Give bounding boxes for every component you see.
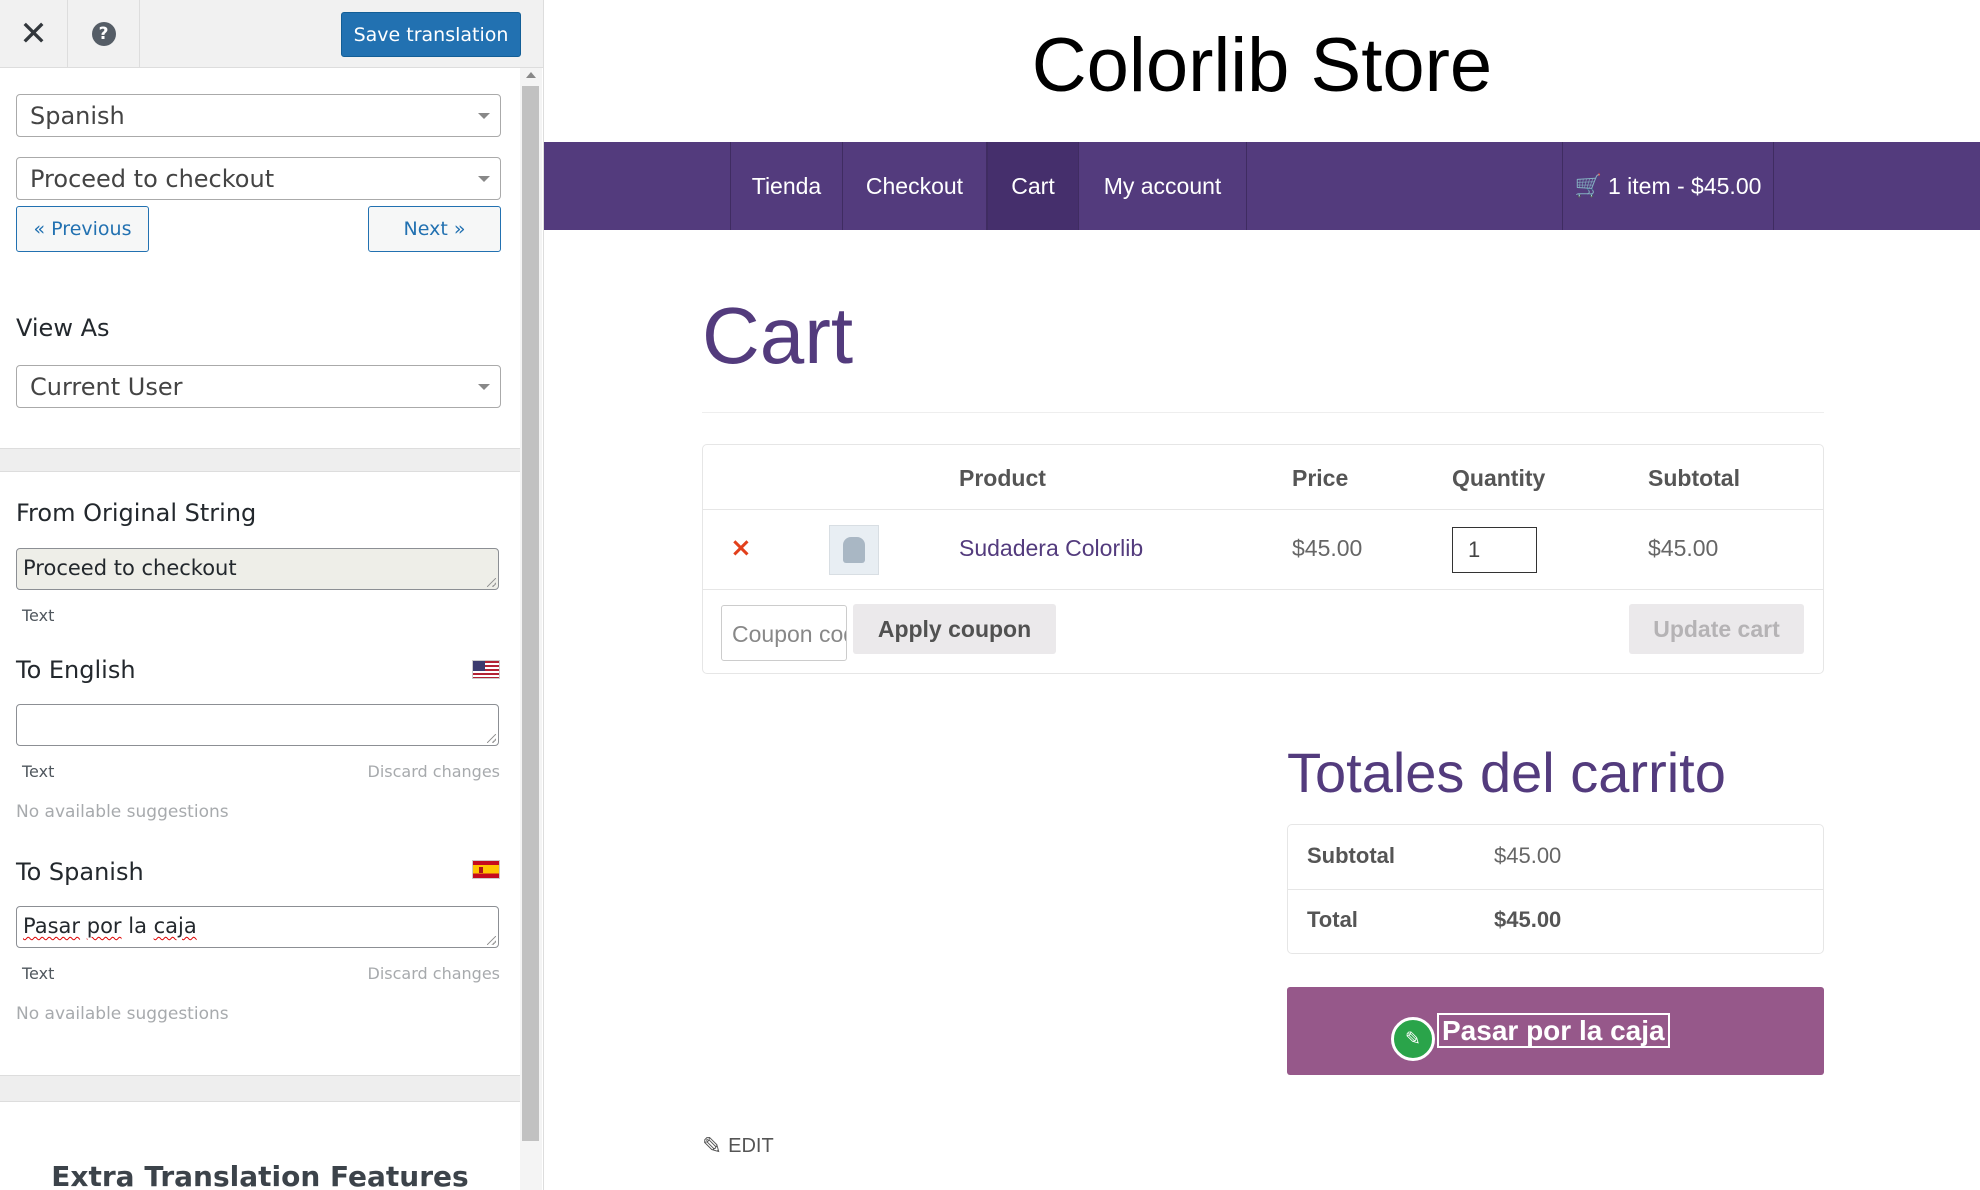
title-divider [702,412,1824,413]
section-divider [0,1075,520,1102]
totals-total-label: Total [1307,907,1358,932]
us-flag-canton [473,661,485,671]
previous-string-button[interactable]: « Previous [16,206,149,252]
spanish-discard-changes-link[interactable]: Discard changes [368,964,500,983]
shopping-cart-icon: 🛒 [1574,173,1602,198]
apply-coupon-button[interactable]: Apply coupon [853,604,1056,654]
chevron-down-icon [478,113,490,119]
editor-toolbar: ✕ ? Save translation [0,0,543,68]
site-title[interactable]: Colorlib Store [544,22,1980,109]
view-as-select-value: Current User [30,373,183,401]
english-translation-input[interactable] [16,704,499,746]
next-string-button[interactable]: Next » [368,206,501,252]
edit-icon: ✎ [702,1133,723,1160]
primary-navigation: Tienda Checkout Cart My account 🛒 1 item… [544,142,1980,230]
view-as-label: View As [16,314,110,342]
editor-scrollbar[interactable] [520,68,542,1190]
scrollbar-thumb[interactable] [522,86,539,1141]
close-icon: ✕ [19,14,48,54]
nav-item-checkout[interactable]: Checkout [843,142,987,230]
view-as-select[interactable]: Current User [16,365,501,408]
update-cart-button[interactable]: Update cart [1629,604,1804,654]
resize-grip-icon[interactable] [487,936,496,945]
row-divider [1288,889,1823,890]
spanish-word: caja [153,914,197,938]
cart-table: Product Price Quantity Subtotal × Sudade… [702,444,1824,674]
cart-totals-table: Subtotal $45.00 Total $45.00 [1287,824,1824,954]
english-suggestions-text: No available suggestions [16,802,229,822]
column-header-subtotal: Subtotal [1648,465,1740,491]
scroll-up-arrow-icon[interactable] [526,72,536,78]
hoodie-image-icon [843,537,865,563]
original-string-heading: From Original String [16,499,257,527]
nav-item-my-account[interactable]: My account [1079,142,1247,230]
chevron-down-icon [478,176,490,182]
totals-subtotal-value: $45.00 [1494,843,1562,868]
resize-grip-icon[interactable] [487,734,496,743]
product-thumbnail[interactable] [829,525,879,575]
close-button[interactable]: ✕ [0,0,68,68]
original-type-label: Text [22,606,55,625]
spanish-word: la [128,914,147,938]
header-cart-link[interactable]: 🛒 1 item - $45.00 [1562,142,1774,230]
column-header-product: Product [959,465,1046,491]
resize-grip-icon [487,578,496,587]
section-divider [0,448,520,472]
help-button[interactable]: ? [68,0,140,68]
language-select-value: Spanish [30,102,125,130]
totals-subtotal-label: Subtotal [1307,843,1395,868]
help-icon: ? [91,22,116,46]
es-flag-icon [472,860,500,879]
to-spanish-heading: To Spanish [16,858,144,886]
original-string-field: Proceed to checkout [16,548,499,590]
edit-page-label: EDIT [728,1135,774,1157]
row-divider [703,589,1823,590]
nav-item-cart[interactable]: Cart [987,142,1079,230]
extra-features-title: Extra Translation Features [51,1160,469,1190]
language-select[interactable]: Spanish [16,94,501,137]
spanish-word: por [86,914,122,938]
string-select[interactable]: Proceed to checkout [16,157,501,200]
spanish-suggestions-text: No available suggestions [16,1004,229,1024]
cart-totals-title: Totales del carrito [1287,741,1726,804]
coupon-code-input[interactable]: Coupon code [721,605,847,661]
product-name-link[interactable]: Sudadera Colorlib [959,535,1143,562]
chevron-down-icon [478,384,490,390]
edit-pencil-icon[interactable]: ✎ [1391,1017,1435,1061]
spanish-word: Pasar [23,914,81,938]
string-select-value: Proceed to checkout [30,165,275,193]
cart-summary: 1 item - $45.00 [1607,172,1762,199]
store-preview: Colorlib Store Tienda Checkout Cart My a… [544,0,1980,1190]
translation-editor-panel: ✕ ? Save translation Spanish Proceed to … [0,0,544,1190]
english-discard-changes-link[interactable]: Discard changes [368,762,500,781]
checkout-button-label: Pasar por la caja [1437,1013,1670,1048]
edit-page-link[interactable]: ✎ EDIT [702,1132,774,1161]
totals-total-value: $45.00 [1494,907,1562,932]
spanish-type-label: Text [22,964,55,983]
save-translation-button[interactable]: Save translation [341,12,521,57]
es-flag-crest [479,867,483,873]
column-header-quantity: Quantity [1452,465,1546,491]
product-subtotal: $45.00 [1648,535,1719,561]
product-price: $45.00 [1292,535,1363,561]
column-header-price: Price [1292,465,1349,491]
nav-item-tienda[interactable]: Tienda [730,142,843,230]
proceed-to-checkout-button[interactable]: ✎ Pasar por la caja [1287,987,1824,1075]
english-type-label: Text [22,762,55,781]
remove-item-icon[interactable]: × [730,533,752,563]
page-title: Cart [702,291,854,380]
quantity-input[interactable]: 1 [1452,527,1537,573]
to-english-heading: To English [16,656,136,684]
original-string-value: Proceed to checkout [23,556,237,580]
us-flag-icon [472,660,500,679]
spanish-translation-input[interactable]: Pasar por la caja [16,906,499,948]
row-divider [703,509,1823,510]
